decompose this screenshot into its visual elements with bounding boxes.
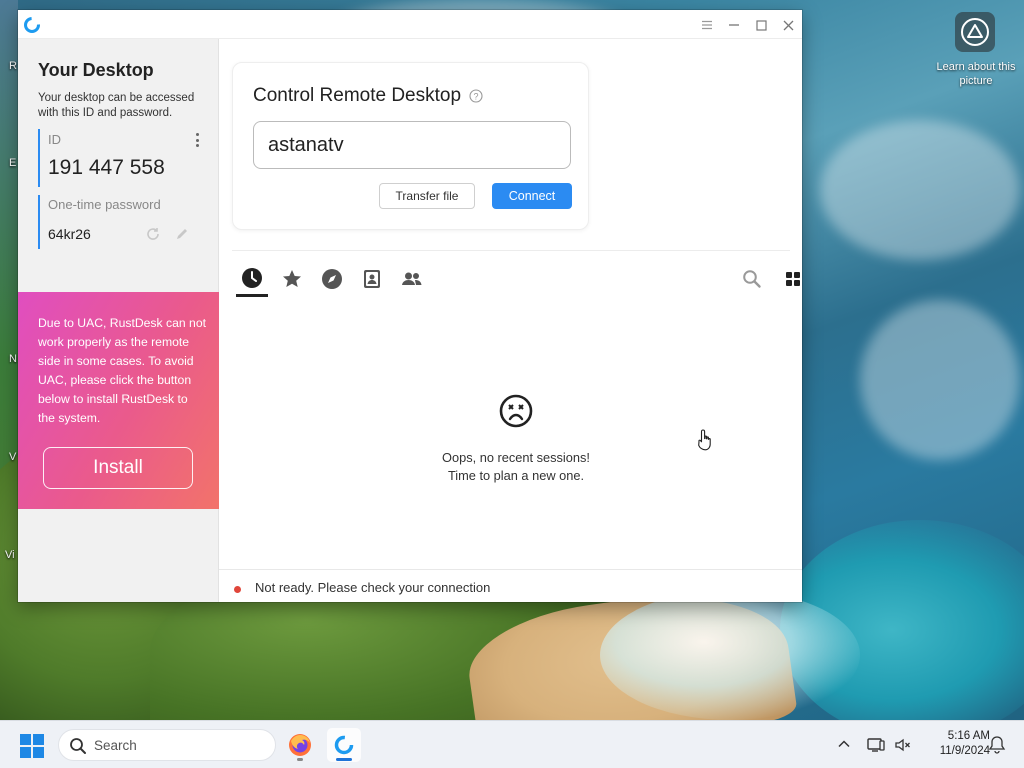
speaker-muted-icon[interactable] [893, 735, 913, 755]
camera-aperture-icon [961, 18, 989, 46]
learn-about-picture-icon[interactable] [955, 12, 995, 52]
maximize-button[interactable] [751, 15, 771, 35]
taskbar-search-box[interactable]: Search [58, 729, 276, 761]
empty-state-line-2: Time to plan a new one. [447, 468, 585, 483]
svg-text:?: ? [473, 92, 478, 102]
id-more-options-icon[interactable] [190, 131, 204, 149]
desktop-edge-letter: N [9, 353, 17, 365]
taskbar-rustdesk[interactable] [327, 728, 361, 762]
rustdesk-logo-icon [334, 735, 354, 755]
password-block: One-time password 64kr26 [38, 195, 208, 249]
wallpaper-surf [600, 590, 860, 720]
notification-bell-icon[interactable] [988, 735, 1006, 755]
password-label: One-time password [48, 197, 161, 212]
your-desktop-panel: Your Desktop Your desktop can be accesse… [18, 39, 219, 602]
rustdesk-logo-icon [24, 17, 40, 33]
taskbar-search-label: Search [94, 738, 137, 753]
tab-discovered[interactable] [316, 261, 348, 297]
tab-favorites[interactable] [276, 261, 308, 297]
title-bar[interactable] [18, 10, 802, 39]
sad-face-icon [499, 394, 533, 428]
wallpaper-foam [860, 300, 1020, 460]
group-icon [402, 272, 422, 285]
section-divider [232, 250, 790, 251]
peer-search-button[interactable] [737, 261, 767, 297]
remote-id-input[interactable] [253, 121, 571, 169]
hand-cursor-icon [698, 429, 711, 451]
install-button[interactable]: Install [43, 447, 193, 489]
control-remote-desktop-card: Control Remote Desktop ? Transfer file C… [232, 62, 589, 230]
firefox-icon [289, 734, 311, 756]
desktop-edge-letter: V [9, 451, 17, 463]
peer-tabs [232, 261, 800, 303]
clock-date: 11/9/2024 [939, 745, 990, 757]
desktop-edge-letter: E [9, 157, 17, 169]
close-button[interactable] [778, 15, 798, 35]
taskbar-firefox[interactable] [283, 728, 317, 762]
password-value[interactable]: 64kr26 [48, 226, 91, 242]
your-desktop-description: Your desktop can be accessed with this I… [38, 92, 195, 119]
empty-state: Oops, no recent sessions! Time to plan a… [369, 394, 663, 485]
discovered-icon [322, 269, 342, 289]
search-icon [70, 738, 86, 754]
id-value[interactable]: 191 447 558 [48, 156, 165, 180]
clock-time: 5:16 AM [947, 730, 990, 742]
id-block: ID 191 447 558 [38, 129, 208, 187]
close-icon [783, 20, 793, 30]
main-panel: Control Remote Desktop ? Transfer file C… [219, 39, 802, 602]
tab-group[interactable] [396, 261, 428, 297]
desktop-edge-letter: R [9, 60, 17, 72]
minimize-icon [729, 24, 739, 26]
windows-start-icon[interactable] [19, 733, 45, 759]
tab-recent-sessions[interactable] [236, 261, 268, 297]
chevron-up-icon[interactable] [836, 736, 852, 752]
connection-status-dot [234, 586, 241, 593]
connect-button[interactable]: Connect [492, 183, 572, 209]
taskbar: Search 5:16 AM 11/9/2024 [0, 720, 1024, 768]
taskbar-clock[interactable]: 5:16 AM 11/9/2024 [918, 729, 990, 759]
edit-password-icon[interactable] [173, 225, 191, 243]
empty-state-line-1: Oops, no recent sessions! [442, 450, 590, 465]
rustdesk-window: Your Desktop Your desktop can be accesse… [18, 10, 802, 602]
transfer-file-button[interactable]: Transfer file [379, 183, 475, 209]
control-remote-desktop-title: Control Remote Desktop [253, 85, 462, 106]
rustdesk-active-indicator [336, 758, 352, 761]
wallpaper-foam [820, 120, 1020, 260]
status-bar: Not ready. Please check your connection [219, 569, 802, 602]
your-desktop-title: Your Desktop [38, 60, 154, 80]
address-book-icon [364, 270, 380, 288]
uac-warning-text: Due to UAC, RustDesk can not work proper… [38, 316, 206, 425]
uac-warning-panel: Due to UAC, RustDesk can not work proper… [18, 292, 219, 509]
network-icon[interactable] [866, 735, 886, 755]
recent-sessions-icon [242, 267, 262, 288]
menu-button[interactable] [697, 15, 717, 35]
desktop-edge-letter: Vi [5, 549, 15, 561]
minimize-button[interactable] [724, 15, 744, 35]
refresh-password-icon[interactable] [144, 225, 162, 243]
menu-icon [702, 20, 712, 30]
id-label: ID [48, 132, 61, 147]
connection-status-text: Not ready. Please check your connection [255, 580, 491, 595]
help-icon[interactable]: ? [469, 89, 483, 103]
view-style-button[interactable] [778, 261, 802, 297]
search-icon [743, 270, 761, 288]
learn-about-picture-label[interactable]: Learn about this picture [936, 60, 1016, 88]
maximize-icon [755, 19, 767, 31]
favorites-icon [283, 270, 301, 287]
tab-address-book[interactable] [356, 261, 388, 297]
grid-view-icon [786, 272, 800, 286]
firefox-running-indicator [297, 758, 303, 761]
